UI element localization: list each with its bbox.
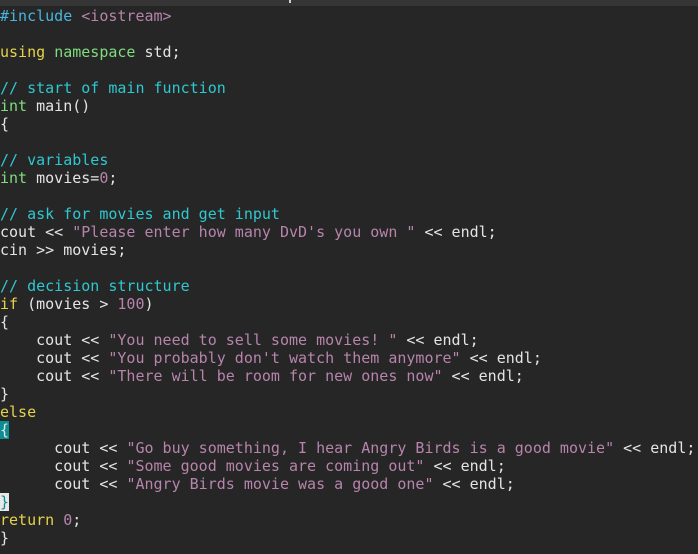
code-token: "Angry Birds movie was a good one" [126, 475, 434, 493]
code-line[interactable]: cout << "Please enter how many DvD's you… [0, 223, 695, 241]
code-line[interactable]: cout << "There will be room for new ones… [0, 367, 695, 385]
code-line[interactable]: #include <iostream> [0, 7, 695, 25]
code-token: << endl; [614, 439, 696, 457]
code-token: cout << [0, 475, 127, 493]
code-token: << endl; [442, 367, 524, 385]
code-token: "You probably don't watch them anymore" [108, 349, 461, 367]
code-token: << endl; [397, 331, 479, 349]
code-token: "Please enter how many DvD's you own " [72, 223, 416, 241]
code-token: main() [27, 97, 91, 115]
code-token: // start of main function [0, 79, 226, 97]
top-bar-marker [289, 0, 291, 3]
code-token: cout << [0, 331, 109, 349]
code-token: } [0, 529, 10, 547]
code-line[interactable]: } [0, 529, 695, 547]
code-token: 0 [63, 511, 73, 529]
text-cursor: } [0, 493, 10, 511]
code-token: #include [0, 7, 73, 25]
code-token: movies= [27, 169, 100, 187]
code-token: { [0, 313, 10, 331]
code-line[interactable]: // ask for movies and get input [0, 205, 695, 223]
code-token: 100 [117, 295, 145, 313]
code-line[interactable]: // variables [0, 151, 695, 169]
code-token: <iostream> [81, 7, 172, 25]
code-line[interactable]: else [0, 403, 695, 421]
code-line[interactable]: // decision structure [0, 277, 695, 295]
code-line[interactable]: cin >> movies; [0, 241, 695, 259]
code-token: << endl; [415, 223, 497, 241]
code-line[interactable]: cout << "Angry Birds movie was a good on… [0, 475, 695, 493]
code-line[interactable] [0, 25, 695, 43]
code-token: } [0, 385, 10, 403]
code-line[interactable]: cout << "You need to sell some movies! "… [0, 331, 695, 349]
code-token: return [0, 511, 55, 529]
code-token: << endl; [460, 349, 542, 367]
code-token: cout << [0, 349, 109, 367]
code-token: cout << [0, 457, 127, 475]
code-line[interactable] [0, 259, 695, 277]
code-line[interactable]: return 0; [0, 511, 695, 529]
code-token: << endl; [424, 457, 506, 475]
code-token: "Go buy something, I hear Angry Birds is… [126, 439, 615, 457]
code-token: ) [144, 295, 154, 313]
code-token: ; [72, 511, 82, 529]
code-token: cout << [0, 223, 73, 241]
code-line[interactable]: { [0, 115, 695, 133]
code-token: ; [108, 169, 118, 187]
code-line[interactable] [0, 187, 695, 205]
code-line[interactable]: int movies=0; [0, 169, 695, 187]
code-token: cout << [0, 367, 109, 385]
code-token: "There will be room for new ones now" [108, 367, 443, 385]
code-line[interactable] [0, 61, 695, 79]
code-line[interactable]: int main() [0, 97, 695, 115]
code-token: std; [135, 43, 181, 61]
code-line[interactable]: if (movies > 100) [0, 295, 695, 313]
code-token: int [0, 97, 28, 115]
code-editor[interactable]: #include <iostream> using namespace std; /… [0, 7, 695, 547]
code-token: // ask for movies and get input [0, 205, 280, 223]
code-token: << endl; [433, 475, 515, 493]
window-top-bar [0, 0, 698, 6]
code-token: { [0, 115, 10, 133]
code-token: // decision structure [0, 277, 190, 295]
code-token: namespace [54, 43, 136, 61]
code-token: // variables [0, 151, 109, 169]
code-token: cout << [0, 439, 127, 457]
code-line[interactable]: } [0, 493, 695, 511]
code-line[interactable]: { [0, 421, 695, 439]
code-line[interactable]: { [0, 313, 695, 331]
code-token: using [0, 43, 46, 61]
code-token: cin >> movies; [0, 241, 127, 259]
code-line[interactable]: cout << "Go buy something, I hear Angry … [0, 439, 695, 457]
code-line[interactable]: } [0, 385, 695, 403]
code-line[interactable] [0, 133, 695, 151]
code-line[interactable]: using namespace std; [0, 43, 695, 61]
code-line[interactable]: // start of main function [0, 79, 695, 97]
code-token: { [0, 421, 10, 439]
code-line[interactable]: cout << "You probably don't watch them a… [0, 349, 695, 367]
code-token: else [0, 403, 37, 421]
code-token: "You need to sell some movies! " [108, 331, 398, 349]
code-token: "Some good movies are coming out" [126, 457, 425, 475]
code-token: int [0, 169, 28, 187]
code-token: if [0, 295, 19, 313]
code-line[interactable]: cout << "Some good movies are coming out… [0, 457, 695, 475]
code-token: (movies > [18, 295, 118, 313]
